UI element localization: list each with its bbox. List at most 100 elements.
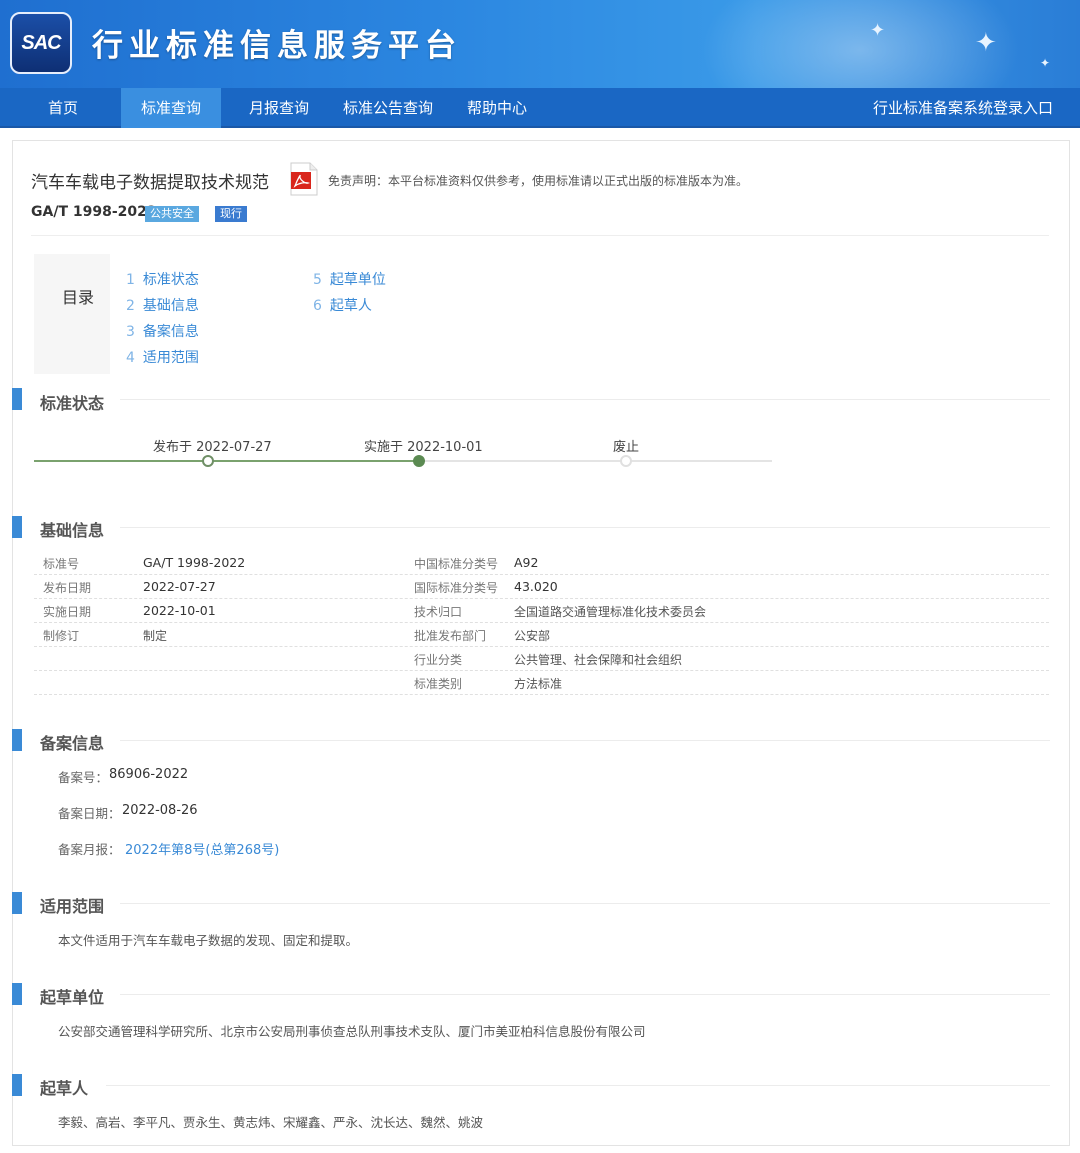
implemented-label: 实施于 2022-10-01 — [364, 440, 483, 455]
section-marker — [12, 388, 22, 410]
toc-item-scope[interactable]: 4 适用范围 — [126, 347, 199, 367]
toc-num: 3 — [126, 324, 135, 340]
logo-text: SAC — [21, 31, 61, 54]
section-title-drafters: 起草人 — [40, 1079, 89, 1098]
timeline-dot-abolished — [620, 455, 632, 467]
nav-help-center[interactable]: 帮助中心 — [458, 88, 536, 128]
divider — [31, 235, 1049, 236]
info-value: A92 — [514, 555, 539, 570]
star-icon: ✦ — [870, 20, 886, 41]
toc-item-label: 基础信息 — [142, 298, 199, 314]
toc-item-label: 起草单位 — [329, 272, 386, 288]
info-value: 全国道路交通管理标准化技术委员会 — [514, 605, 707, 619]
info-value: 制定 — [143, 629, 168, 643]
record-no-label: 备案号： — [58, 770, 109, 785]
drafting-units-text: 公安部交通管理科学研究所、北京市公安局刑事侦查总队刑事技术支队、厦门市美亚柏科信… — [58, 1024, 646, 1039]
toc-item-record[interactable]: 3 备案信息 — [126, 321, 199, 341]
star-icon: ✦ — [1040, 56, 1051, 70]
timeline-progress — [34, 460, 420, 462]
section-marker — [12, 892, 22, 914]
toc-num: 4 — [126, 350, 135, 366]
section-marker — [12, 983, 22, 1005]
section-divider — [120, 399, 1050, 400]
sac-logo[interactable]: SAC — [10, 12, 72, 74]
info-key: 实施日期 — [43, 605, 92, 619]
banner-glow — [700, 0, 1020, 88]
info-key: 技术归口 — [414, 605, 463, 619]
info-key: 制修订 — [43, 629, 80, 643]
info-key: 标准号 — [43, 557, 80, 571]
scope-text: 本文件适用于汽车车载电子数据的发现、固定和提取。 — [58, 933, 359, 948]
section-divider — [106, 1085, 1050, 1086]
filing-system-login-link[interactable]: 行业标准备案系统登录入口 — [873, 88, 1053, 128]
row-divider — [34, 670, 1049, 671]
section-divider — [120, 527, 1050, 528]
header-banner: ✦ ✦ ✦ SAC 行业标准信息服务平台 — [0, 0, 1080, 88]
row-divider — [34, 598, 1049, 599]
section-marker — [12, 729, 22, 751]
info-value: 方法标准 — [514, 677, 563, 691]
abolished-label: 废止 — [613, 440, 640, 455]
toc-item-label: 备案信息 — [142, 324, 199, 340]
category-badge: 公共安全 — [145, 206, 199, 222]
record-report-link[interactable]: 2022年第8号(总第268号) — [125, 839, 279, 858]
toc-num: 5 — [313, 272, 322, 288]
toc-label: 目录 — [62, 288, 95, 307]
section-divider — [120, 994, 1050, 995]
row-divider — [34, 622, 1049, 623]
toc-item-drafters[interactable]: 6 起草人 — [313, 295, 372, 315]
timeline-remaining — [420, 460, 772, 462]
nav-monthly-report[interactable]: 月报查询 — [238, 88, 320, 128]
section-divider — [120, 903, 1050, 904]
info-value: 公安部 — [514, 629, 551, 643]
record-date-label: 备案日期： — [58, 806, 121, 821]
main-nav: 首页 标准查询 月报查询 标准公告查询 帮助中心 行业标准备案系统登录入口 — [0, 88, 1080, 128]
section-title-status: 标准状态 — [40, 394, 105, 413]
info-value: 2022-07-27 — [143, 579, 216, 594]
nav-standard-query[interactable]: 标准查询 — [121, 88, 221, 128]
toc-item-basic[interactable]: 2 基础信息 — [126, 295, 199, 315]
section-divider — [120, 740, 1050, 741]
toc-item-status[interactable]: 1 标准状态 — [126, 269, 199, 289]
toc-box — [34, 254, 110, 374]
site-title: 行业标准信息服务平台 — [92, 28, 462, 64]
info-key: 发布日期 — [43, 581, 92, 595]
star-icon: ✦ — [975, 28, 997, 58]
toc-item-drafting-units[interactable]: 5 起草单位 — [313, 269, 386, 289]
row-divider — [34, 646, 1049, 647]
toc-num: 2 — [126, 298, 135, 314]
document-title: 汽车车载电子数据提取技术规范 — [31, 173, 269, 193]
nav-announcement-query[interactable]: 标准公告查询 — [336, 88, 440, 128]
section-title-scope: 适用范围 — [40, 897, 105, 916]
row-divider — [34, 574, 1049, 575]
row-divider — [34, 694, 1049, 695]
info-value: 公共管理、社会保障和社会组织 — [514, 653, 683, 667]
record-no-value: 86906-2022 — [109, 767, 189, 782]
info-key: 批准发布部门 — [414, 629, 487, 643]
info-value: GA/T 1998-2022 — [143, 555, 246, 570]
toc-num: 6 — [313, 298, 322, 314]
info-key: 国际标准分类号 — [414, 581, 499, 595]
section-title-drafting-units: 起草单位 — [40, 988, 105, 1007]
section-title-record: 备案信息 — [40, 734, 105, 753]
info-value: 2022-10-01 — [143, 603, 216, 618]
info-value: 43.020 — [514, 579, 558, 594]
toc-item-label: 标准状态 — [142, 272, 199, 288]
timeline-dot-published — [202, 455, 214, 467]
record-report-label: 备案月报： — [58, 842, 121, 857]
standard-code: GA/T 1998-2022 — [31, 204, 157, 220]
published-label: 发布于 2022-07-27 — [153, 440, 272, 455]
toc-item-label: 起草人 — [329, 298, 372, 314]
pdf-icon[interactable] — [289, 162, 319, 196]
toc-item-label: 适用范围 — [142, 350, 199, 366]
section-title-basic: 基础信息 — [40, 521, 105, 540]
nav-home[interactable]: 首页 — [28, 88, 98, 128]
disclaimer-text: 免责声明：本平台标准资料仅供参考，使用标准请以正式出版的标准版本为准。 — [328, 174, 749, 188]
info-key: 中国标准分类号 — [414, 557, 499, 571]
timeline-dot-implemented — [413, 455, 425, 467]
info-key: 标准类别 — [414, 677, 463, 691]
section-marker — [12, 516, 22, 538]
info-key: 行业分类 — [414, 653, 463, 667]
section-marker — [12, 1074, 22, 1096]
drafters-text: 李毅、高岩、李平凡、贾永生、黄志炜、宋耀鑫、严永、沈长达、魏然、姚波 — [58, 1115, 484, 1130]
